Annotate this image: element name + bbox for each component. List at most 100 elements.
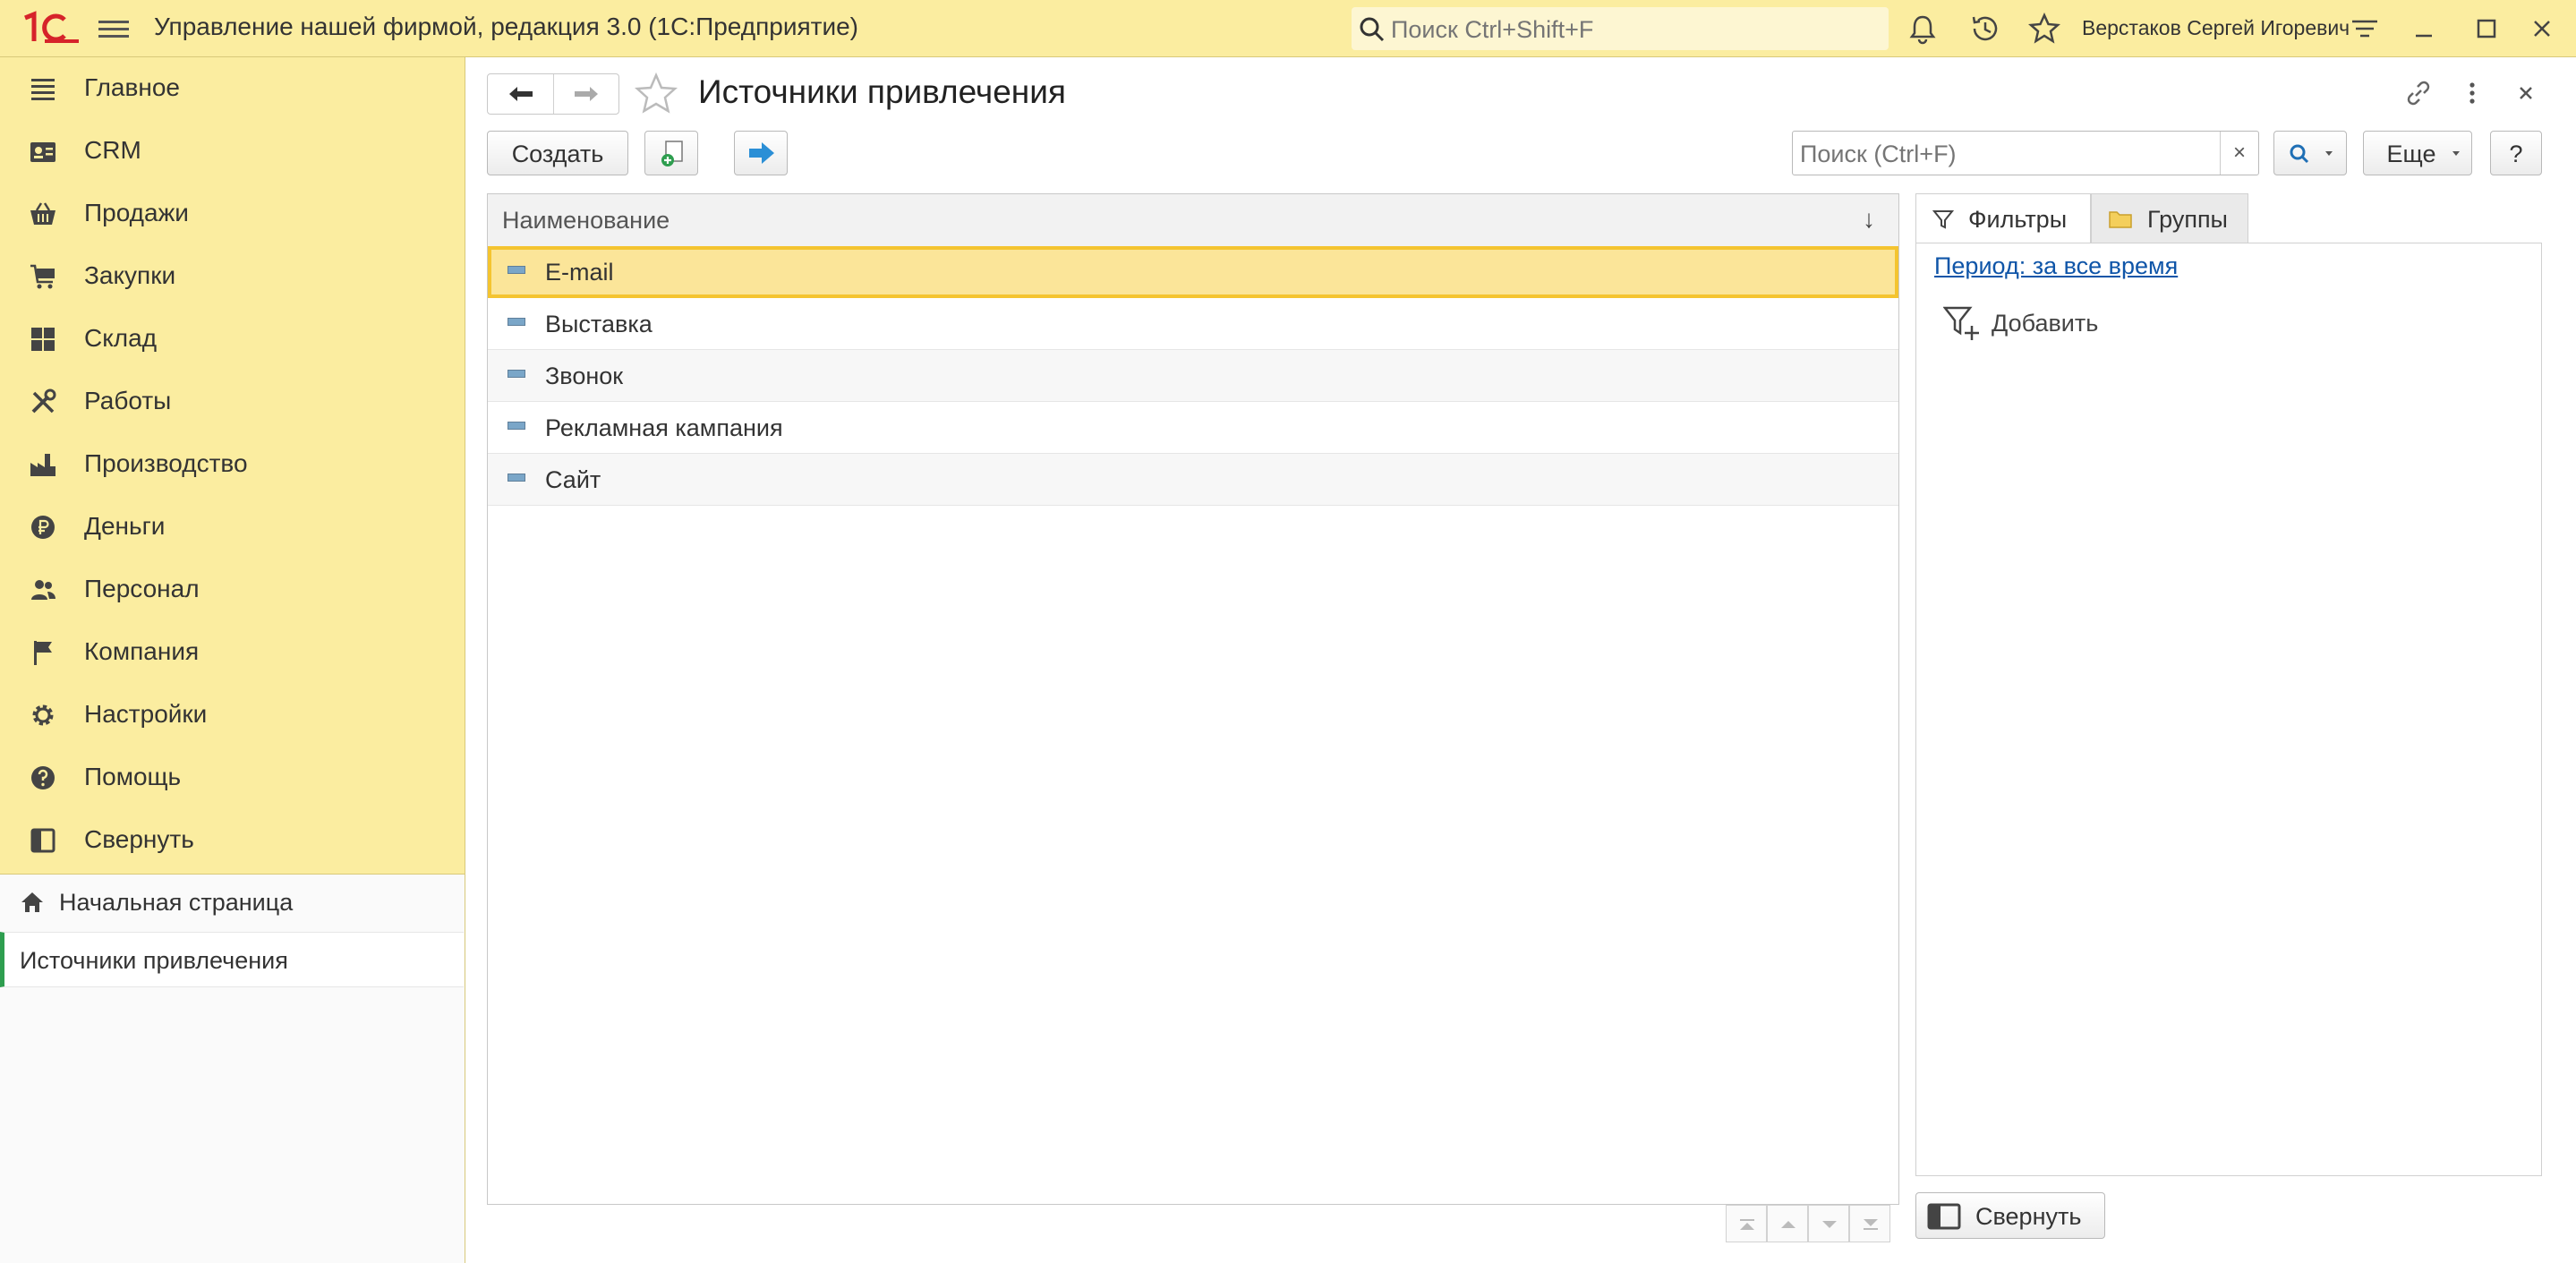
sidebar-item-company[interactable]: Компания [0, 621, 464, 684]
link-icon[interactable] [2401, 75, 2436, 111]
scroll-bottom-icon [1864, 1219, 1878, 1230]
sidebar-item-production[interactable]: Производство [0, 433, 464, 496]
scroll-down-button[interactable] [1808, 1205, 1849, 1242]
dropdown-arrow-icon [2325, 151, 2333, 156]
cart-icon [30, 264, 55, 289]
main-menu-icon[interactable] [98, 16, 129, 41]
global-search[interactable] [1352, 7, 1889, 50]
people-icon [31, 580, 55, 600]
more-button[interactable]: Еще [2363, 131, 2472, 175]
table-row[interactable]: Сайт [488, 454, 1898, 506]
sidebar-item-personnel[interactable]: Персонал [0, 559, 464, 621]
scroll-to-top-button[interactable] [1726, 1205, 1767, 1242]
table-row[interactable]: Выставка [488, 298, 1898, 350]
sidebar-item-works[interactable]: Работы [0, 371, 464, 433]
maximize-icon[interactable] [2470, 13, 2503, 45]
back-button[interactable] [488, 74, 554, 114]
open-window-home[interactable]: Начальная страница [0, 875, 464, 930]
ruble-icon [31, 516, 55, 539]
title-bar: Управление нашей фирмой, редакция 3.0 (1… [0, 0, 2576, 57]
open-window-label: Источники привлечения [20, 947, 288, 974]
collapse-panel-icon [1927, 1203, 1961, 1230]
1c-logo-icon[interactable] [21, 11, 81, 45]
close-form-icon[interactable] [2508, 75, 2544, 111]
go-to-button[interactable] [734, 131, 788, 175]
dropdown-arrow-icon [2452, 151, 2460, 156]
scroll-top-icon [1740, 1219, 1754, 1230]
collapse-panel-button[interactable]: Свернуть [1915, 1192, 2105, 1239]
period-link[interactable]: Период: за все время [1934, 252, 2178, 280]
sidebar-item-collapse[interactable]: Свернуть [0, 809, 464, 872]
scroll-down-icon [1822, 1221, 1837, 1228]
help-button[interactable]: ? [2490, 131, 2542, 175]
column-header-name[interactable]: Наименование [502, 207, 670, 235]
sidebar-item-label: Компания [84, 637, 200, 665]
arrow-left-icon [509, 87, 533, 101]
create-button-label: Создать [511, 141, 604, 167]
sidebar-item-label: Продажи [84, 199, 189, 226]
sidebar-item-label: Помощь [84, 763, 182, 790]
table-cell: Выставка [545, 311, 653, 337]
table-cell: Сайт [545, 466, 601, 493]
sort-indicator-icon[interactable]: ↓ [1863, 205, 1875, 234]
forward-button[interactable] [554, 74, 619, 114]
favorites-star-icon[interactable] [2028, 13, 2060, 45]
table-cell: E-mail [545, 259, 614, 286]
global-search-input[interactable] [1389, 13, 1876, 47]
list-search[interactable]: × [1792, 131, 2259, 175]
item-marker-icon [508, 318, 525, 326]
minimize-icon[interactable] [2408, 13, 2440, 45]
sidebar-item-label: Закупки [84, 261, 176, 289]
copy-button[interactable] [644, 131, 698, 175]
history-nav [487, 73, 619, 115]
user-name[interactable]: Верстаков Сергей Игоревич [2082, 16, 2350, 40]
add-filter-label: Добавить [1992, 310, 2099, 337]
sidebar-item-money[interactable]: Деньги [0, 496, 464, 559]
table-cell: Рекламная кампания [545, 414, 783, 441]
table-row[interactable]: E-mail [488, 246, 1898, 298]
help-icon [31, 766, 55, 789]
arrow-right-icon [575, 87, 598, 101]
sidebar-item-label: Деньги [84, 512, 166, 540]
create-button[interactable]: Создать [487, 131, 628, 175]
scroll-up-button[interactable] [1767, 1205, 1808, 1242]
sidebar-item-label: Настройки [84, 700, 208, 728]
favorite-star-icon[interactable] [634, 72, 678, 116]
sidebar-item-sales[interactable]: Продажи [0, 183, 464, 245]
table-row[interactable]: Рекламная кампания [488, 402, 1898, 454]
search-options-button[interactable] [2273, 131, 2347, 175]
contact-card-icon [30, 142, 55, 162]
sidebar-item-purchases[interactable]: Закупки [0, 245, 464, 308]
table-row[interactable]: Звонок [488, 350, 1898, 402]
bell-icon[interactable] [1906, 13, 1939, 45]
scroll-to-bottom-button[interactable] [1849, 1205, 1890, 1242]
sidebar-item-settings[interactable]: Настройки [0, 684, 464, 747]
search-icon [1360, 17, 1385, 42]
sidebar-item-help[interactable]: Помощь [0, 747, 464, 809]
menu-lines-icon [31, 79, 55, 100]
table-cell: Звонок [545, 363, 624, 389]
more-vertical-icon[interactable] [2454, 75, 2490, 111]
flag-icon [34, 641, 52, 665]
arrow-right-blue-icon [749, 142, 774, 164]
close-window-icon[interactable] [2526, 13, 2558, 45]
list-search-input[interactable] [1798, 139, 2213, 169]
sidebar-item-main[interactable]: Главное [0, 57, 464, 120]
filters-panel: Период: за все время Добавить [1915, 243, 2542, 1176]
sidebar-item-label: Персонал [84, 575, 200, 602]
clear-search-button[interactable]: × [2220, 132, 2258, 175]
tab-groups[interactable]: Группы [2091, 193, 2248, 243]
grid-icon [31, 328, 55, 351]
sidebar-item-crm[interactable]: CRM [0, 120, 464, 183]
app-title: Управление нашей фирмой, редакция 3.0 (1… [154, 13, 858, 40]
tab-filters[interactable]: Фильтры [1915, 193, 2091, 243]
settings-lines-icon[interactable] [2349, 13, 2381, 45]
history-icon[interactable] [1969, 13, 2001, 45]
page-title: Источники привлечения [698, 73, 1066, 110]
collapse-panel-icon [30, 828, 55, 853]
open-window-current[interactable]: Источники привлечения [0, 932, 464, 987]
sidebar-item-warehouse[interactable]: Склад [0, 308, 464, 371]
sidebar-item-label: Склад [84, 324, 158, 352]
home-icon [21, 892, 43, 912]
scroll-up-icon [1781, 1221, 1796, 1228]
